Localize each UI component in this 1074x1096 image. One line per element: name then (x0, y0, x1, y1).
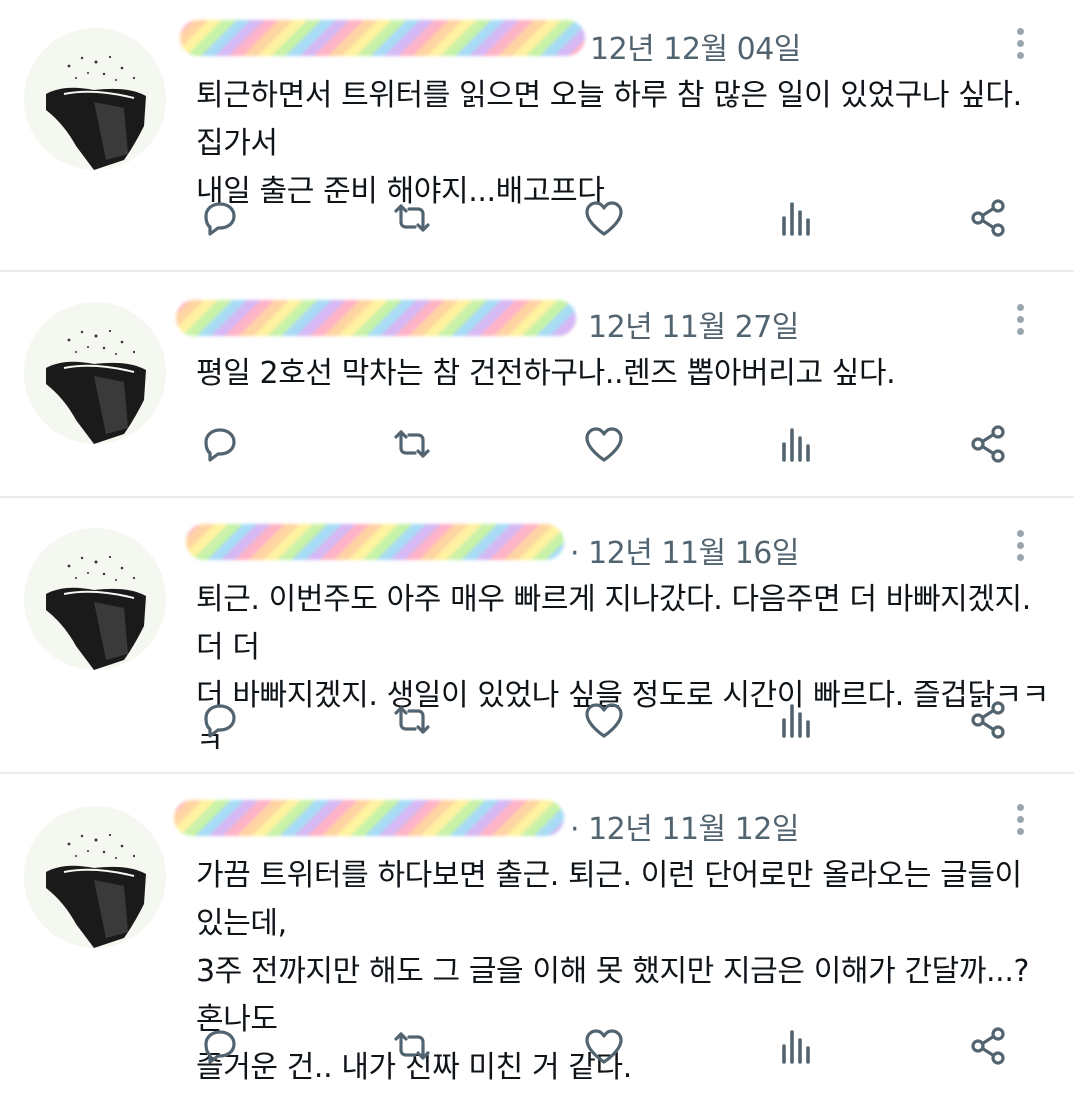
retweet-icon[interactable] (388, 1022, 436, 1070)
avatar-image (24, 28, 166, 170)
retweet-icon[interactable] (388, 194, 436, 242)
avatar-image (24, 806, 166, 948)
more-options-icon[interactable] (1012, 530, 1028, 566)
more-options-icon[interactable] (1012, 804, 1028, 840)
tweet-date[interactable]: 12년 11월 27일 (588, 302, 799, 346)
tweet[interactable]: 12년 12월 04일 퇴근하면서 트위터를 읽으면 오늘 하루 참 많은 일이… (0, 0, 1074, 270)
tweet-date[interactable]: · 12년 11월 16일 (570, 528, 799, 572)
tweet-actions (0, 696, 1074, 746)
tweet[interactable]: 12년 11월 27일 평일 2호선 막차는 참 건전하구나..렌즈 뽑아버리고… (0, 272, 1074, 496)
tweet-date[interactable]: · 12년 11월 12일 (570, 804, 799, 848)
tweet-feed: 12년 12월 04일 퇴근하면서 트위터를 읽으면 오늘 하루 참 많은 일이… (0, 0, 1074, 1096)
reply-icon[interactable] (196, 194, 244, 242)
views-icon[interactable] (772, 696, 820, 744)
share-icon[interactable] (964, 696, 1012, 744)
share-icon[interactable] (964, 1022, 1012, 1070)
author-name[interactable] (176, 300, 576, 336)
avatar[interactable] (24, 806, 166, 948)
views-icon[interactable] (772, 194, 820, 242)
more-options-icon[interactable] (1012, 304, 1028, 340)
author-name[interactable] (174, 800, 564, 836)
author-name[interactable] (180, 20, 585, 56)
tweet[interactable]: · 12년 11월 12일 가끔 트위터를 하다보면 출근. 퇴근. 이런 단어… (0, 774, 1074, 1096)
tweet-actions (0, 194, 1074, 244)
share-icon[interactable] (964, 420, 1012, 468)
heart-icon[interactable] (580, 1022, 628, 1070)
avatar-image (24, 528, 166, 670)
heart-icon[interactable] (580, 194, 628, 242)
views-icon[interactable] (772, 1022, 820, 1070)
reply-icon[interactable] (196, 420, 244, 468)
heart-icon[interactable] (580, 696, 628, 744)
views-icon[interactable] (772, 420, 820, 468)
tweet-actions (0, 1022, 1074, 1072)
tweet-actions (0, 420, 1074, 470)
tweet[interactable]: · 12년 11월 16일 퇴근. 이번주도 아주 매우 빠르게 지나갔다. 다… (0, 498, 1074, 772)
author-name[interactable] (186, 524, 564, 560)
reply-icon[interactable] (196, 1022, 244, 1070)
avatar[interactable] (24, 28, 166, 170)
more-options-icon[interactable] (1012, 28, 1028, 64)
reply-icon[interactable] (196, 696, 244, 744)
heart-icon[interactable] (580, 420, 628, 468)
avatar[interactable] (24, 528, 166, 670)
tweet-date[interactable]: 12년 12월 04일 (590, 24, 801, 68)
tweet-text: 평일 2호선 막차는 참 건전하구나..렌즈 뽑아버리고 싶다. (196, 356, 896, 391)
retweet-icon[interactable] (388, 420, 436, 468)
retweet-icon[interactable] (388, 696, 436, 744)
share-icon[interactable] (964, 194, 1012, 242)
